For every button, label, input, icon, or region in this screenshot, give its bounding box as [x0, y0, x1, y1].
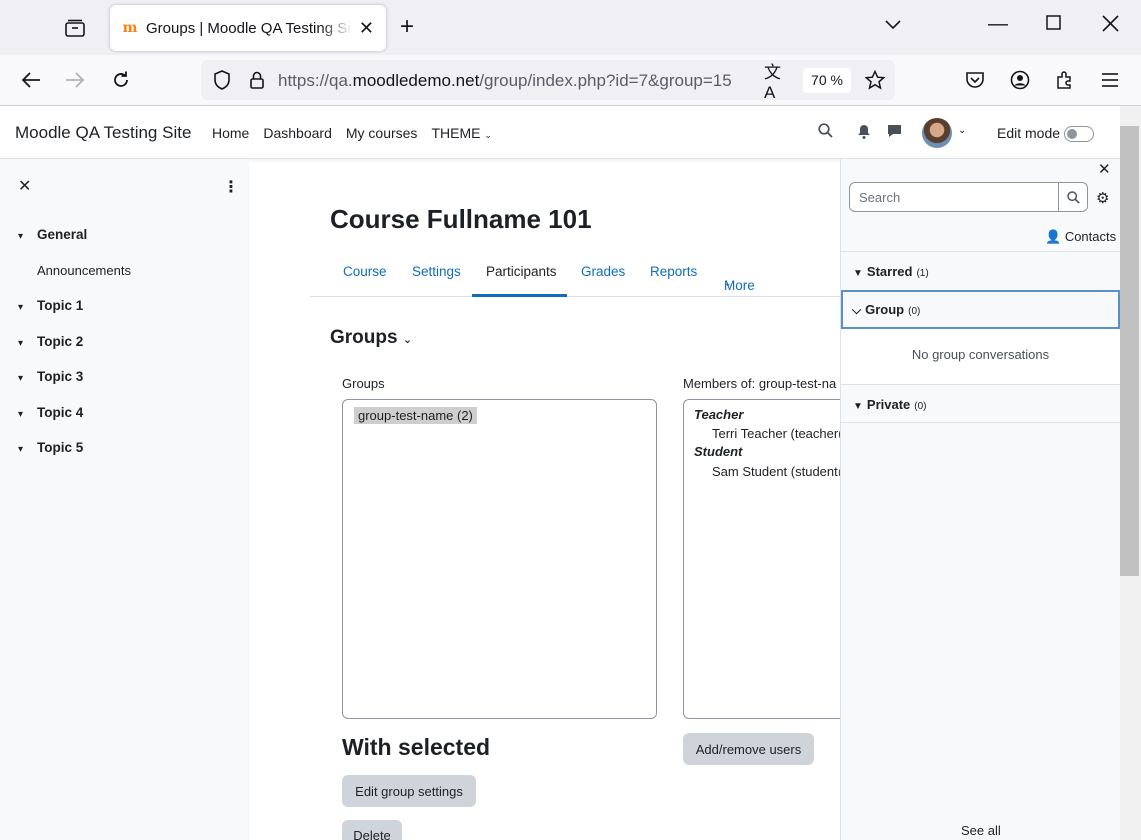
section-topic-2[interactable]: ▾ Topic 2	[18, 334, 83, 349]
url-text[interactable]: https://qa.moodledemo.net/group/index.ph…	[278, 71, 732, 91]
user-avatar[interactable]	[922, 118, 952, 148]
tab-grades[interactable]: Grades	[581, 264, 625, 279]
bookmark-star-icon[interactable]	[862, 67, 888, 93]
delete-button[interactable]: Delete	[342, 820, 402, 840]
starred-section-toggle[interactable]: ▼ Starred (1)	[841, 251, 1120, 290]
search-icon[interactable]	[818, 123, 833, 141]
contacts-link[interactable]: 👤 Contacts	[1045, 229, 1116, 245]
user-icon: 👤	[1045, 229, 1062, 244]
section-general[interactable]: ▾ General	[18, 227, 87, 242]
groups-select[interactable]: group-test-name (2)	[342, 399, 657, 719]
tab-list-icon[interactable]	[58, 14, 92, 42]
site-name[interactable]: Moodle QA Testing Site	[15, 123, 191, 143]
close-window-icon[interactable]	[1102, 15, 1119, 38]
chevron-down-icon: ▾	[18, 409, 24, 420]
chevron-down-icon: ⌄	[724, 278, 732, 288]
member-option[interactable]: Sam Student (student@	[712, 464, 851, 479]
new-tab-icon[interactable]: +	[400, 15, 414, 39]
group-section-toggle[interactable]: ⌵ Group (0)	[841, 290, 1120, 329]
reload-icon[interactable]	[108, 67, 134, 93]
scrollbar-thumb[interactable]	[1120, 126, 1139, 576]
page-title: Course Fullname 101	[330, 204, 592, 234]
role-group-teacher: Teacher	[694, 407, 744, 422]
caret-down-icon: ▼	[853, 401, 863, 412]
zoom-level[interactable]: 70 %	[803, 68, 851, 93]
browser-tab-bar: m Groups | Moodle QA Testing Site ✕ + —	[0, 0, 1141, 55]
members-label: Members of: group-test-na	[683, 376, 837, 391]
tab-participants[interactable]: Participants	[486, 264, 557, 279]
back-icon[interactable]	[18, 67, 44, 93]
chevron-down-icon: ▾	[18, 231, 24, 242]
maximize-icon[interactable]	[1046, 14, 1062, 37]
moodle-favicon-icon: m	[122, 20, 138, 36]
chevron-down-icon: ▾	[18, 373, 24, 384]
activity-announcements[interactable]: Announcements	[37, 263, 131, 278]
groups-label: Groups	[342, 376, 385, 391]
menu-icon[interactable]	[1097, 67, 1123, 93]
close-tab-icon[interactable]: ✕	[359, 18, 374, 39]
message-drawer: ✕ Search ⚙ 👤 Contacts ▼ Starred (1) ⌵ Group…	[840, 159, 1120, 840]
close-drawer-icon[interactable]: ✕	[18, 176, 31, 196]
close-drawer-icon[interactable]: ✕	[1098, 160, 1111, 178]
section-topic-4[interactable]: ▾ Topic 4	[18, 405, 83, 420]
tab-course[interactable]: Course	[343, 264, 387, 279]
translate-icon[interactable]: 文A	[764, 63, 790, 102]
browser-tab-active[interactable]: m Groups | Moodle QA Testing Site ✕	[110, 5, 386, 51]
chevron-down-icon: ⌄	[402, 334, 413, 346]
groups-heading-menu[interactable]: Groups ⌄	[330, 327, 412, 349]
browser-toolbar: https://qa.moodledemo.net/group/index.ph…	[0, 55, 1141, 106]
tab-settings[interactable]: Settings	[412, 264, 461, 279]
course-index-drawer: ✕ ⋮ ▾ General Announcements ▾ Topic 1 ▾ Top…	[0, 159, 249, 840]
members-select[interactable]: Teacher Terri Teacher (teacher( Student …	[683, 399, 853, 719]
nav-dashboard[interactable]: Dashboard	[263, 125, 332, 141]
site-header: Moodle QA Testing Site Home Dashboard My…	[0, 106, 1120, 159]
see-all-link[interactable]: See all	[961, 823, 1001, 838]
chevron-down-icon: ▾	[18, 302, 24, 313]
member-option[interactable]: Terri Teacher (teacher(	[712, 426, 843, 441]
lock-icon[interactable]	[244, 67, 270, 93]
section-topic-5[interactable]: ▾ Topic 5	[18, 440, 83, 455]
edit-mode-label: Edit mode	[997, 125, 1061, 141]
active-tab-indicator	[472, 294, 567, 297]
group-option-selected[interactable]: group-test-name (2)	[354, 407, 477, 424]
kebab-menu-icon[interactable]: ⋮	[223, 177, 239, 197]
shield-icon[interactable]	[209, 67, 235, 93]
tab-title: Groups | Moodle QA Testing Site	[146, 19, 352, 37]
secondary-navigation: Course Settings Participants Grades Repo…	[310, 250, 840, 297]
message-search-input[interactable]: Search	[849, 182, 1059, 212]
messages-icon[interactable]	[887, 124, 902, 141]
nav-home[interactable]: Home	[212, 125, 249, 141]
notifications-bell-icon[interactable]	[857, 124, 871, 142]
minimize-icon[interactable]: —	[988, 13, 1008, 36]
page-scrollbar[interactable]	[1120, 106, 1141, 840]
primary-navigation: Home Dashboard My courses THEME ⌄	[212, 125, 506, 141]
no-group-conversations: No group conversations	[841, 329, 1120, 384]
nav-my-courses[interactable]: My courses	[346, 125, 418, 141]
role-group-student: Student	[694, 444, 743, 459]
user-menu-chevron-icon[interactable]: ⌄	[958, 125, 966, 136]
chevron-down-icon: ⌄	[484, 130, 492, 140]
tab-dropdown-icon[interactable]	[884, 14, 902, 37]
edit-mode-toggle[interactable]	[1064, 126, 1094, 142]
edit-group-settings-button[interactable]: Edit group settings	[342, 775, 476, 807]
private-section-toggle[interactable]: ▼ Private (0)	[841, 384, 1120, 423]
chevron-down-icon: ▾	[18, 444, 24, 455]
section-topic-3[interactable]: ▾ Topic 3	[18, 369, 83, 384]
gear-icon[interactable]: ⚙	[1096, 189, 1109, 207]
chevron-down-icon: ▾	[18, 338, 24, 349]
chevron-down-icon: ⌵	[852, 303, 862, 317]
extensions-icon[interactable]	[1052, 67, 1078, 93]
tab-reports[interactable]: Reports	[650, 264, 697, 279]
caret-down-icon: ▼	[853, 268, 863, 279]
account-icon[interactable]	[1007, 67, 1033, 93]
url-bar[interactable]: https://qa.moodledemo.net/group/index.ph…	[201, 60, 895, 102]
nav-theme[interactable]: THEME ⌄	[431, 125, 491, 141]
pocket-icon[interactable]	[962, 67, 988, 93]
section-topic-1[interactable]: ▾ Topic 1	[18, 298, 83, 313]
search-icon[interactable]	[1058, 182, 1088, 212]
add-remove-users-button[interactable]: Add/remove users	[683, 733, 814, 765]
forward-icon[interactable]	[62, 67, 88, 93]
with-selected-heading: With selected	[342, 734, 491, 760]
